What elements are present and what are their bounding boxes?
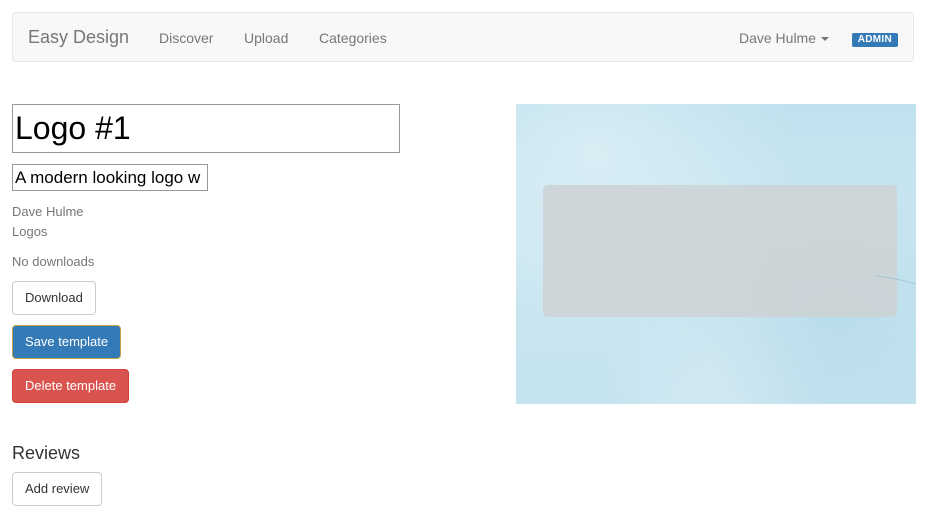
nav-upload[interactable]: Upload xyxy=(244,30,288,46)
top-navbar: Easy Design Discover Upload Categories D… xyxy=(12,12,914,62)
template-author: Dave Hulme xyxy=(12,204,84,219)
reviews-heading: Reviews xyxy=(12,443,81,463)
template-preview-image xyxy=(516,104,916,404)
template-title-input[interactable] xyxy=(12,104,400,153)
user-menu-dropdown[interactable]: Dave Hulme xyxy=(739,30,829,46)
delete-template-button[interactable]: Delete template xyxy=(12,369,130,403)
download-count: No downloads xyxy=(12,254,95,269)
nav-discover[interactable]: Discover xyxy=(159,30,213,46)
preview-placeholder-box xyxy=(543,185,897,317)
preview-decoration xyxy=(876,275,916,285)
caret-down-icon xyxy=(821,37,829,42)
template-category: Logos xyxy=(12,224,48,239)
nav-categories[interactable]: Categories xyxy=(319,30,387,46)
add-review-button[interactable]: Add review xyxy=(12,472,103,506)
template-description-input[interactable] xyxy=(12,164,208,191)
user-name: Dave Hulme xyxy=(738,30,816,46)
save-template-button[interactable]: Save template xyxy=(12,325,122,359)
admin-badge: ADMIN xyxy=(851,33,898,47)
download-button[interactable]: Download xyxy=(12,281,96,315)
brand-link[interactable]: Easy Design xyxy=(28,27,129,48)
